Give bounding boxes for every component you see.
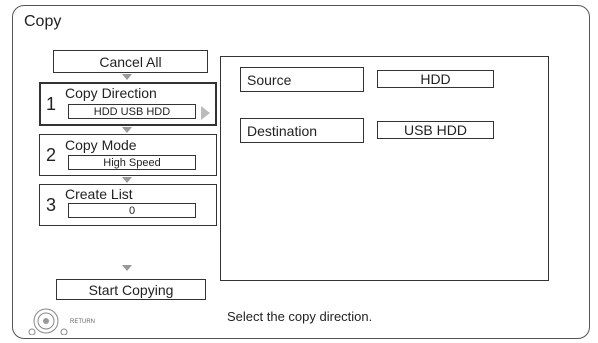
page-title: Copy bbox=[24, 13, 62, 30]
arrow-right-icon[interactable] bbox=[201, 106, 210, 120]
step-2-label: Copy Mode bbox=[65, 137, 137, 153]
arrow-down-icon bbox=[122, 177, 132, 183]
source-label: Source bbox=[240, 67, 364, 92]
start-copying-button[interactable]: Start Copying bbox=[56, 279, 206, 300]
create-list-value: 0 bbox=[68, 203, 196, 218]
cancel-all-button[interactable]: Cancel All bbox=[53, 50, 208, 73]
step-3-number: 3 bbox=[46, 195, 57, 215]
arrow-down-icon bbox=[122, 74, 132, 80]
cancel-all-label: Cancel All bbox=[99, 53, 162, 70]
step-1-number: 1 bbox=[46, 94, 57, 114]
remote-control-icon bbox=[24, 305, 114, 336]
arrow-down-icon bbox=[122, 127, 132, 133]
step-1-label: Copy Direction bbox=[65, 85, 157, 101]
copy-direction-value: HDD USB HDD bbox=[68, 104, 196, 119]
source-value[interactable]: HDD bbox=[377, 70, 494, 88]
arrow-down-icon bbox=[122, 265, 132, 271]
destination-value[interactable]: USB HDD bbox=[377, 121, 494, 139]
step-3-label: Create List bbox=[65, 186, 133, 202]
hint-text: Select the copy direction. bbox=[227, 309, 373, 324]
copy-mode-value: High Speed bbox=[68, 155, 196, 170]
destination-label: Destination bbox=[240, 118, 364, 143]
step-2-number: 2 bbox=[46, 145, 57, 165]
return-label: RETURN bbox=[70, 319, 95, 325]
start-copying-label: Start Copying bbox=[88, 281, 174, 298]
